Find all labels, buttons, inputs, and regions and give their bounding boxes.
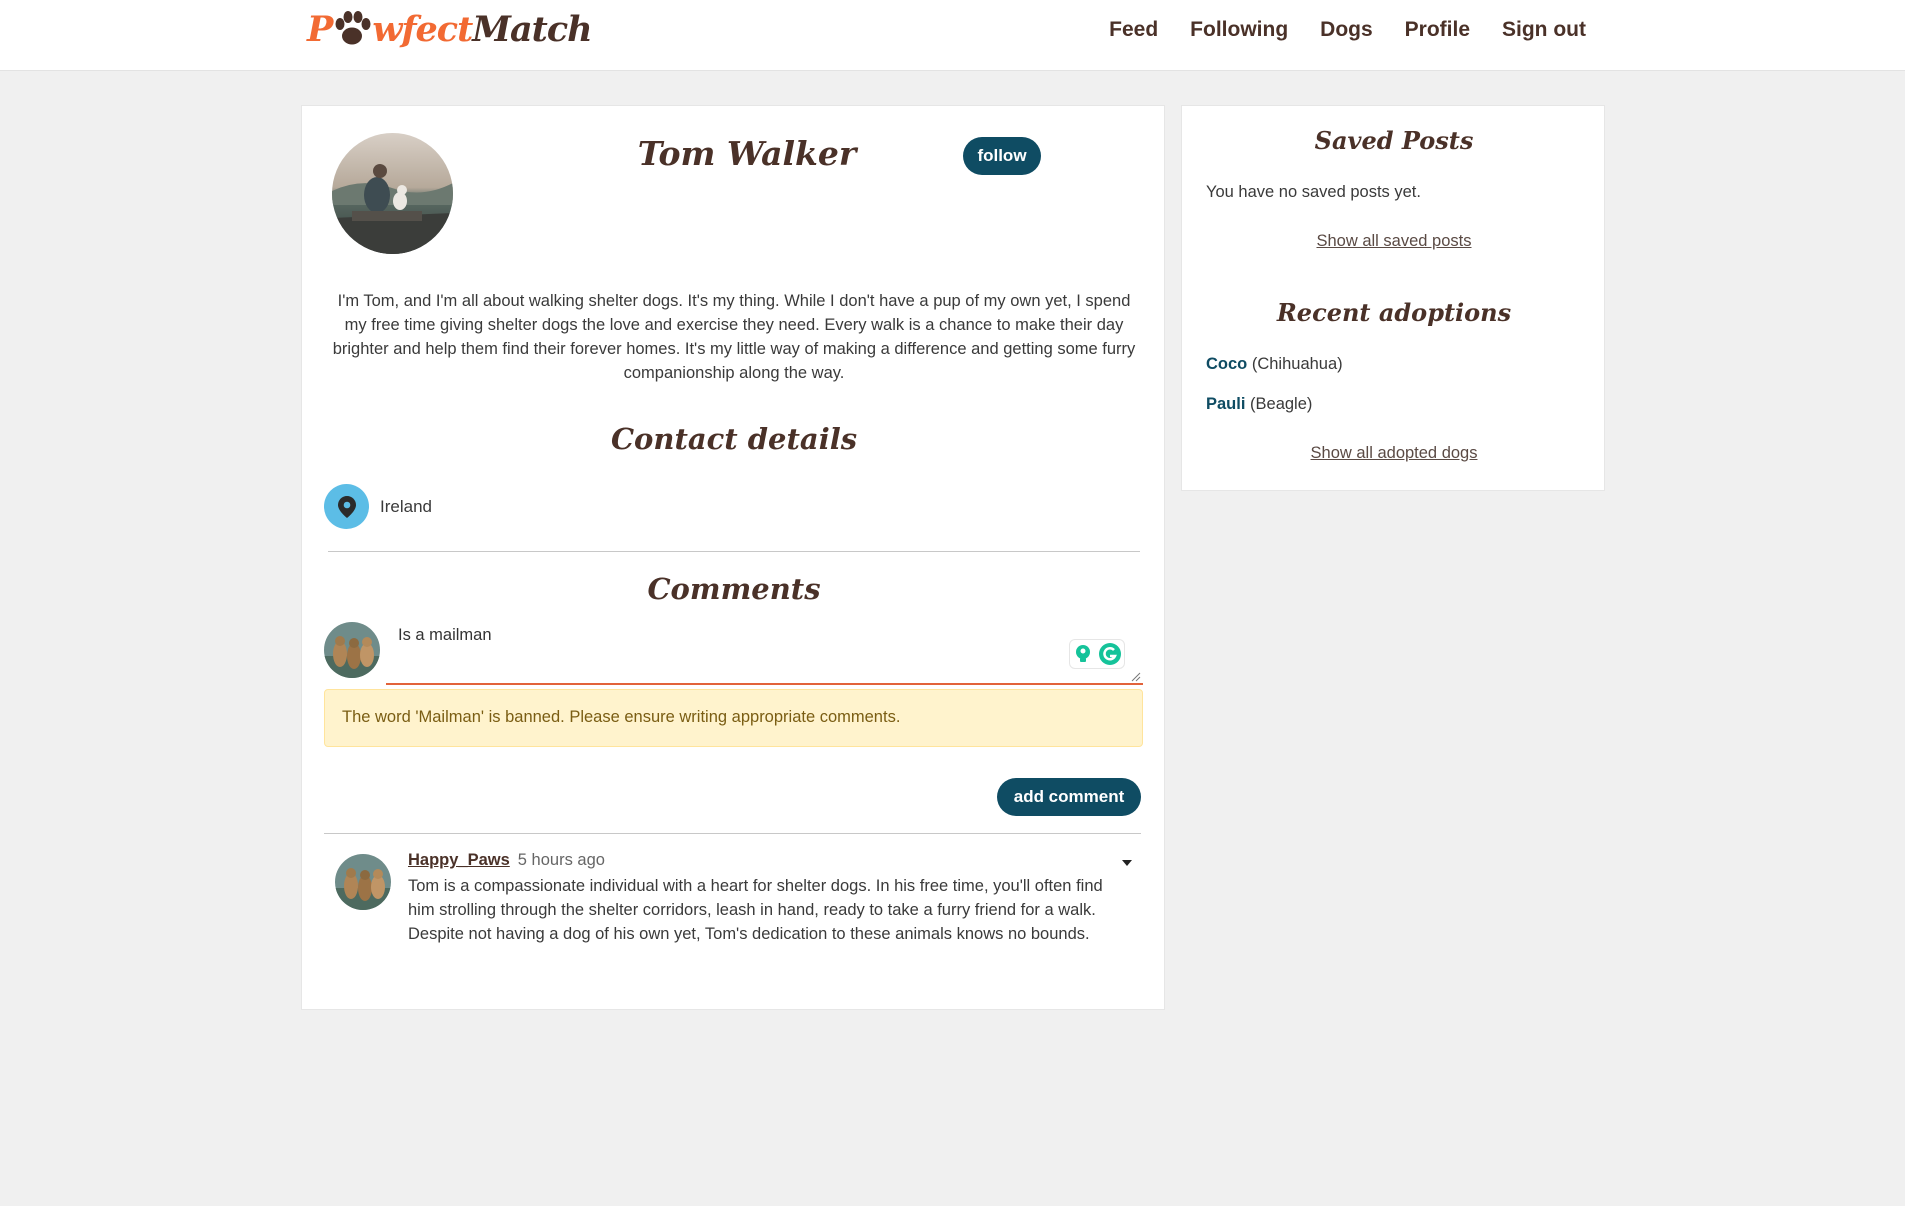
logo[interactable]: P wfect Match	[307, 4, 593, 54]
comment-author-avatar[interactable]	[335, 854, 391, 910]
nav-links: Feed Following Dogs Profile Sign out	[1093, 14, 1586, 46]
comments-title: Comments	[647, 572, 821, 606]
divider	[328, 551, 1140, 552]
grammarly-icon[interactable]	[1098, 643, 1121, 665]
navbar: P wfect Match Feed Following Dogs Profil…	[0, 0, 1905, 71]
logo-part-wfect: wfect	[372, 8, 473, 50]
contact-details-title: Contact details	[610, 422, 858, 456]
adopted-dog-breed: (Beagle)	[1250, 395, 1313, 413]
nav-sign-out[interactable]: Sign out	[1486, 14, 1586, 46]
adoption-item: Pauli (Beagle)	[1206, 395, 1312, 414]
nav-profile[interactable]: Profile	[1389, 14, 1486, 46]
lightbulb-icon[interactable]	[1074, 644, 1092, 664]
resize-handle-icon[interactable]	[1131, 672, 1141, 682]
profile-bio: I'm Tom, and I'm all about walking shelt…	[332, 292, 1136, 382]
comment-author[interactable]: Happy_Paws	[408, 851, 510, 870]
comment-input[interactable]: Is a mailman	[386, 616, 1143, 685]
saved-posts-title: Saved Posts	[1314, 126, 1474, 155]
comment-timestamp: 5 hours ago	[517, 851, 605, 869]
adopted-dog-breed: (Chihuahua)	[1251, 355, 1343, 373]
divider	[324, 833, 1141, 834]
caret-down-icon[interactable]	[1119, 855, 1135, 871]
paw-icon	[335, 11, 371, 45]
nav-dogs[interactable]: Dogs	[1304, 14, 1389, 46]
location-text: Ireland	[380, 496, 432, 516]
adoption-item: Coco (Chihuahua)	[1206, 355, 1343, 374]
adopted-dog-name[interactable]: Coco	[1206, 355, 1247, 373]
map-pin-icon	[324, 484, 369, 529]
comment-text: Tom is a compassionate individual with a…	[408, 877, 1103, 943]
profile-name: Tom Walker	[637, 134, 857, 173]
banned-word-alert: The word 'Mailman' is banned. Please ens…	[324, 689, 1143, 747]
current-user-avatar	[324, 622, 380, 678]
recent-adoptions-title: Recent adoptions	[1276, 298, 1512, 327]
show-saved-posts-link[interactable]: Show all saved posts	[1182, 232, 1606, 251]
show-adopted-dogs-link[interactable]: Show all adopted dogs	[1182, 444, 1606, 463]
nav-feed[interactable]: Feed	[1093, 14, 1174, 46]
comment-header: Happy_Paws 5 hours ago	[408, 851, 605, 870]
no-saved-posts-text: You have no saved posts yet.	[1206, 183, 1421, 201]
sidebar-card: Saved Posts You have no saved posts yet.…	[1181, 105, 1605, 491]
adopted-dog-name[interactable]: Pauli	[1206, 395, 1245, 413]
profile-avatar	[332, 133, 453, 254]
follow-button[interactable]: follow	[963, 137, 1041, 175]
location-row: Ireland	[324, 484, 432, 529]
add-comment-button[interactable]: add comment	[997, 778, 1141, 816]
nav-following[interactable]: Following	[1174, 14, 1304, 46]
logo-part-match: Match	[472, 8, 592, 50]
profile-card: Tom Walker follow I'm Tom, and I'm all a…	[301, 105, 1165, 1010]
logo-part-p: P	[307, 8, 333, 50]
grammarly-widget[interactable]	[1069, 639, 1125, 669]
